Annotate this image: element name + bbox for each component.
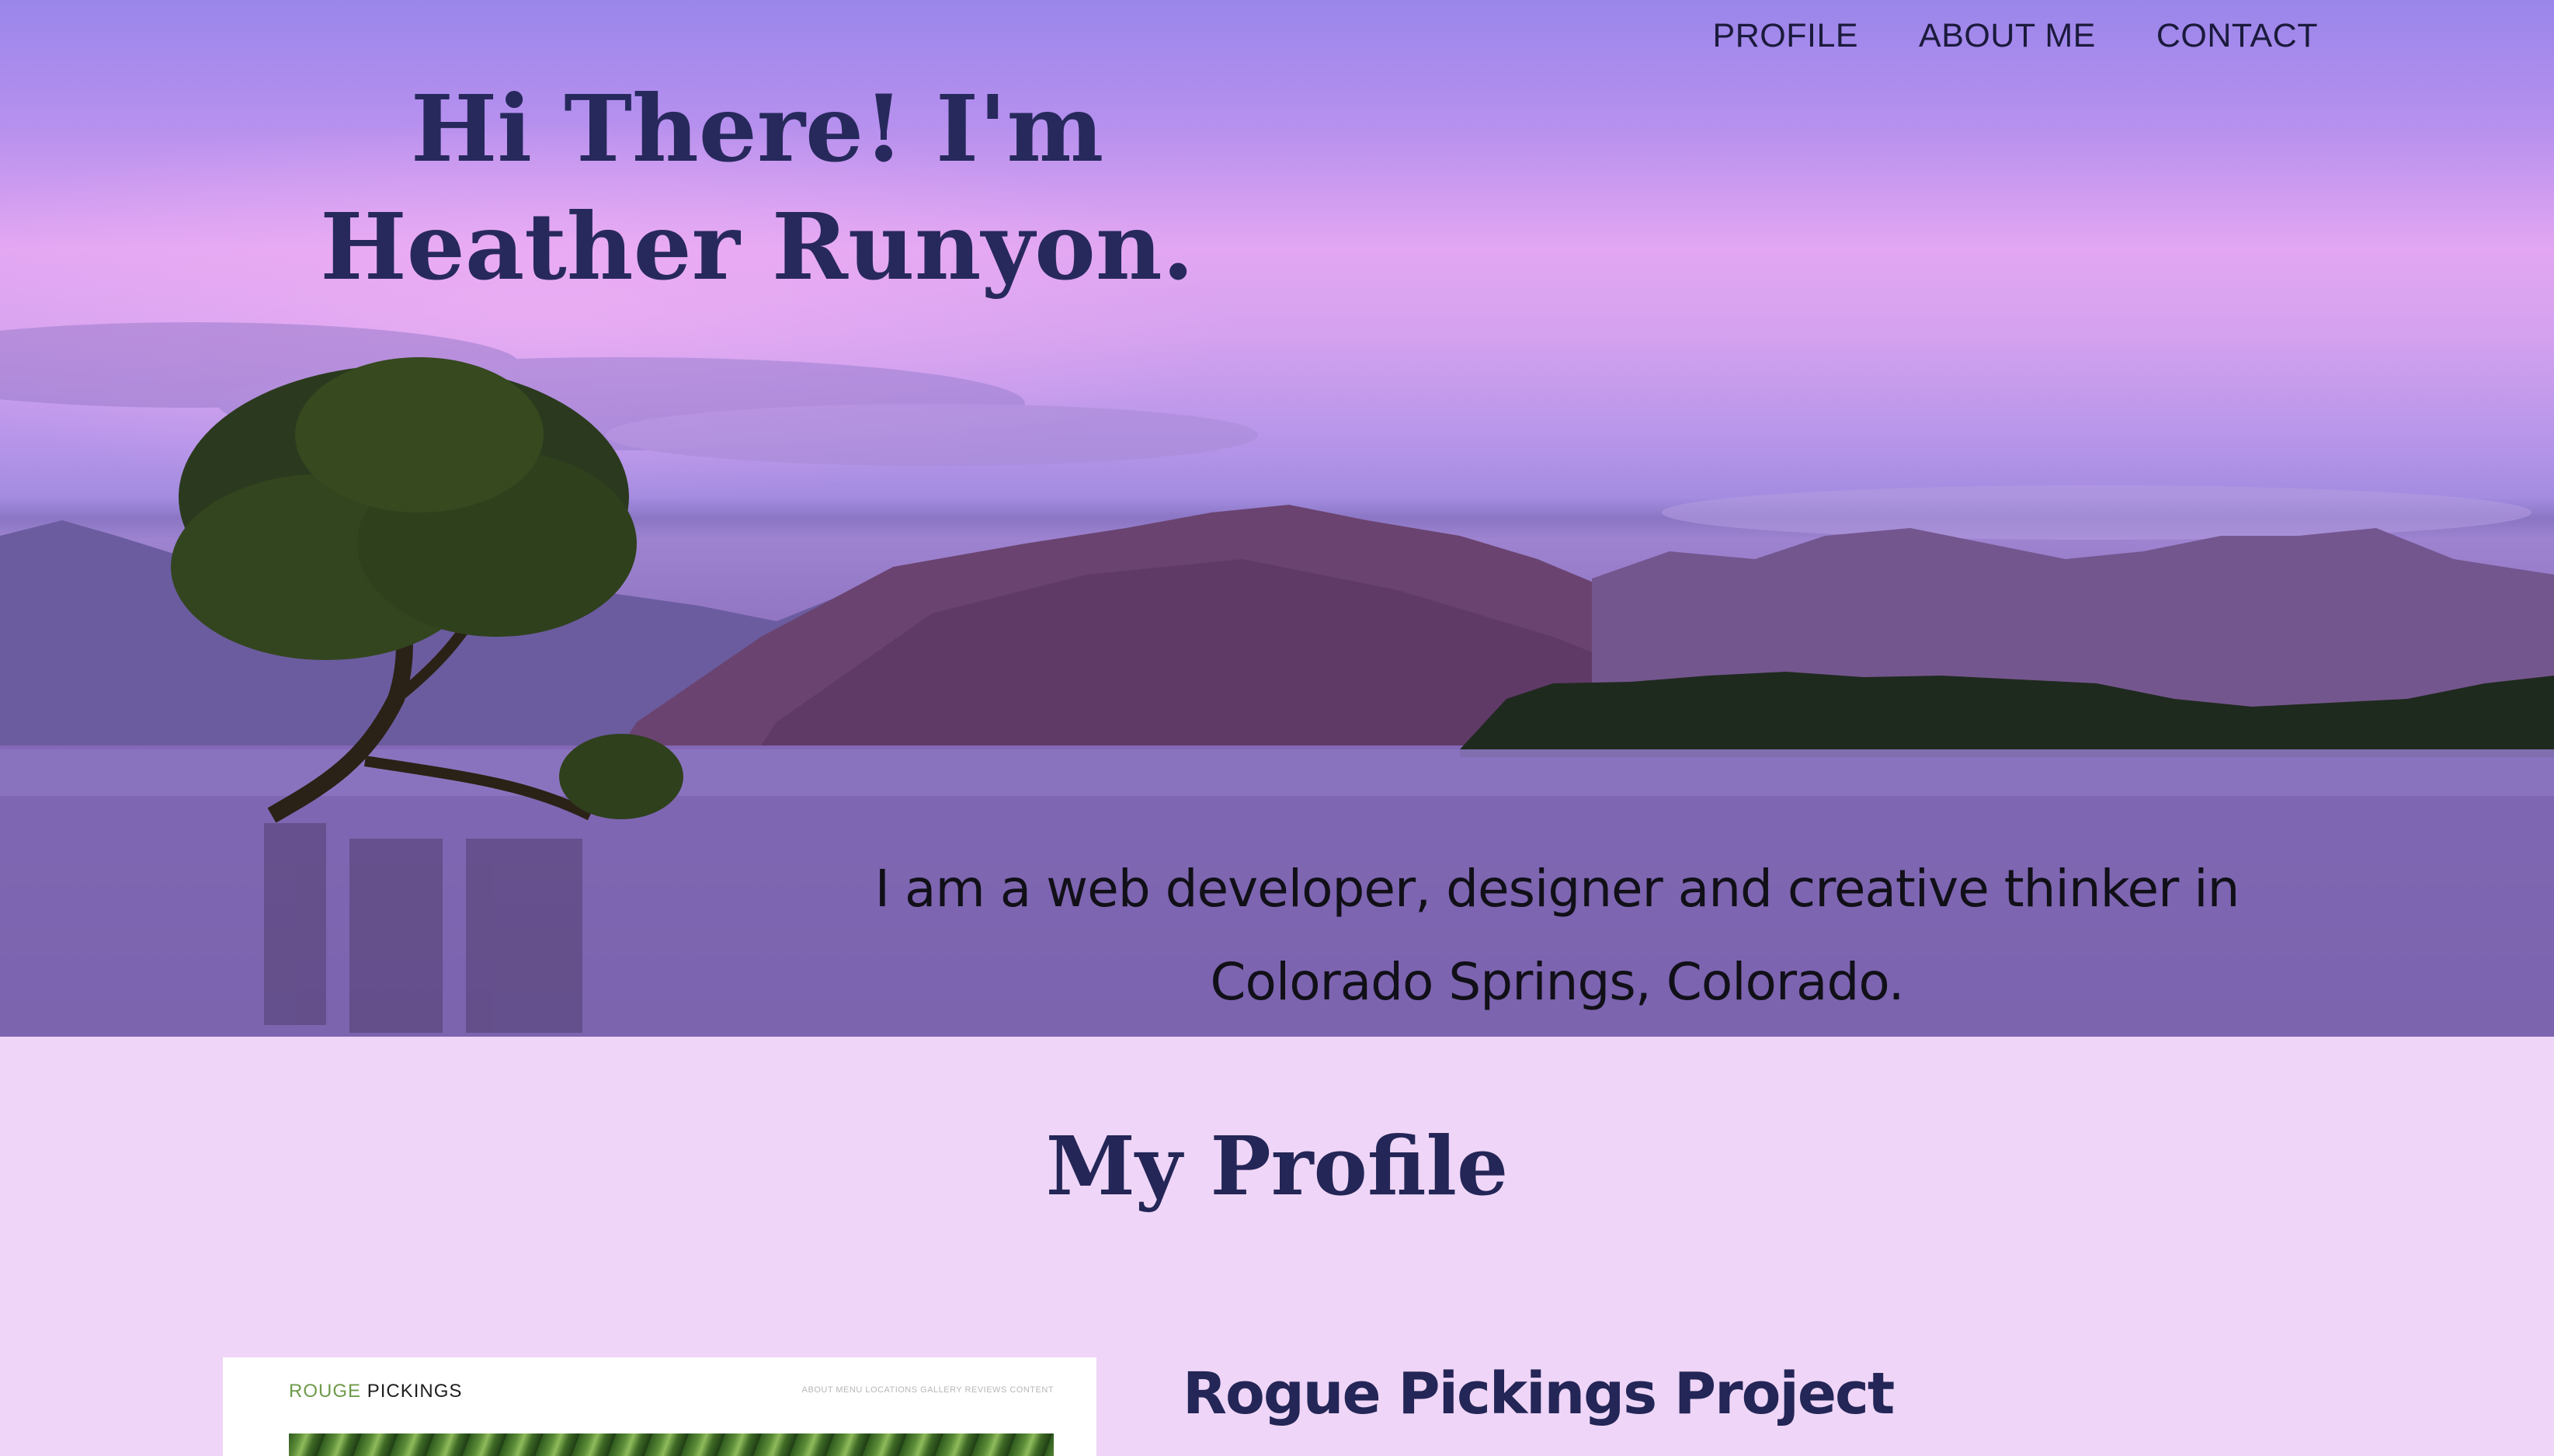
preview-brand-part2: PICKINGS <box>367 1381 463 1402</box>
nav-link-contact[interactable]: CONTACT <box>2156 17 2318 55</box>
project-title[interactable]: Rogue Pickings Project <box>1183 1360 1895 1427</box>
nav-link-about-me[interactable]: ABOUT ME <box>1919 17 2096 55</box>
preview-brand-part1: ROUGE <box>289 1381 362 1402</box>
preview-brand: ROUGE PICKINGS <box>289 1381 462 1402</box>
preview-photo <box>289 1433 1054 1456</box>
top-navigation: PROFILE ABOUT ME CONTACT <box>1713 17 2318 55</box>
profile-section-title: My Profile <box>1045 1118 1509 1214</box>
nav-link-profile[interactable]: PROFILE <box>1713 17 1859 55</box>
tree-reflection <box>264 823 582 1033</box>
hero-tagline: I am a web developer, designer and creat… <box>874 859 2240 1012</box>
hero-banner: PROFILE ABOUT ME CONTACT Hi There! I'm H… <box>0 0 2554 1037</box>
hero-title: Hi There! I'm Heather Runyon. <box>320 75 1194 301</box>
preview-nav: ABOUT MENU LOCATIONS GALLERY REVIEWS CON… <box>801 1385 1054 1395</box>
project-preview-image[interactable]: ROUGE PICKINGS ABOUT MENU LOCATIONS GALL… <box>223 1357 1096 1456</box>
